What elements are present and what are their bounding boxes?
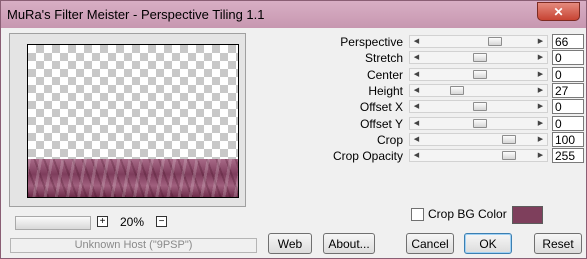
zoom-out-button[interactable]: − (156, 216, 167, 227)
zoom-level: 20% (120, 215, 145, 229)
close-button[interactable]: ✕ (537, 2, 580, 21)
param-value-field[interactable] (552, 50, 584, 65)
slider-thumb[interactable] (488, 37, 502, 46)
window-title: MuRa's Filter Meister - Perspective Tili… (7, 7, 265, 22)
arrow-right-icon[interactable]: ▶ (535, 150, 546, 161)
perspective-tile-floor (28, 159, 238, 197)
param-label: Center (366, 68, 403, 82)
crop-bg-color-checkbox[interactable] (411, 208, 424, 221)
host-status-bar: Unknown Host ("9PSP") (10, 238, 257, 253)
dialog-body: + 20% − Unknown Host ("9PSP") Perspectiv… (5, 28, 584, 254)
slider-thumb[interactable] (450, 86, 464, 95)
param-label: Stretch (364, 51, 403, 65)
crop-bg-color-label: Crop BG Color (428, 207, 507, 221)
param-label: Crop Opacity (332, 149, 403, 163)
preview-canvas[interactable] (27, 44, 239, 198)
arrow-right-icon[interactable]: ▶ (535, 101, 546, 112)
slider-thumb[interactable] (502, 151, 516, 160)
arrow-left-icon[interactable]: ◀ (411, 134, 422, 145)
param-slider[interactable]: ◀ ▶ (409, 84, 548, 97)
param-slider[interactable]: ◀ ▶ (409, 149, 548, 162)
plus-icon: + (99, 216, 106, 227)
arrow-right-icon[interactable]: ▶ (535, 52, 546, 63)
arrow-left-icon[interactable]: ◀ (411, 36, 422, 47)
param-slider[interactable]: ◀ ▶ (409, 117, 548, 130)
param-label: Offset X (359, 100, 403, 114)
param-slider[interactable]: ◀ ▶ (409, 133, 548, 146)
param-slider[interactable]: ◀ ▶ (409, 51, 548, 64)
param-value-field[interactable] (552, 132, 584, 147)
param-label: Offset Y (360, 117, 403, 131)
arrow-left-icon[interactable]: ◀ (411, 101, 422, 112)
slider-thumb[interactable] (473, 102, 487, 111)
filter-dialog-window: MuRa's Filter Meister - Perspective Tili… (0, 0, 587, 259)
zoom-slider-track[interactable] (15, 216, 91, 230)
slider-thumb[interactable] (502, 135, 516, 144)
param-value-field[interactable] (552, 116, 584, 131)
param-value-field[interactable] (552, 34, 584, 49)
param-slider[interactable]: ◀ ▶ (409, 100, 548, 113)
about-button[interactable]: About... (323, 233, 375, 254)
arrow-left-icon[interactable]: ◀ (411, 52, 422, 63)
param-label: Crop (376, 133, 403, 147)
arrow-right-icon[interactable]: ▶ (535, 36, 546, 47)
slider-thumb[interactable] (473, 119, 487, 128)
arrow-right-icon[interactable]: ▶ (535, 69, 546, 80)
param-label: Perspective (340, 35, 403, 49)
ok-button[interactable]: OK (464, 233, 512, 254)
param-value-field[interactable] (552, 148, 584, 163)
reset-button[interactable]: Reset (534, 233, 582, 254)
arrow-left-icon[interactable]: ◀ (411, 118, 422, 129)
arrow-left-icon[interactable]: ◀ (411, 85, 422, 96)
arrow-left-icon[interactable]: ◀ (411, 150, 422, 161)
slider-thumb[interactable] (473, 70, 487, 79)
arrow-right-icon[interactable]: ▶ (535, 134, 546, 145)
crop-bg-color-swatch[interactable] (512, 206, 543, 224)
title-bar[interactable]: MuRa's Filter Meister - Perspective Tili… (1, 1, 586, 28)
arrow-left-icon[interactable]: ◀ (411, 69, 422, 80)
minus-icon: − (158, 216, 165, 227)
param-slider[interactable]: ◀ ▶ (409, 35, 548, 48)
close-icon: ✕ (553, 4, 564, 19)
cancel-button[interactable]: Cancel (406, 233, 454, 254)
param-value-field[interactable] (552, 83, 584, 98)
slider-thumb[interactable] (473, 53, 487, 62)
param-label: Height (368, 84, 403, 98)
zoom-in-button[interactable]: + (97, 216, 108, 227)
arrow-right-icon[interactable]: ▶ (535, 85, 546, 96)
param-slider[interactable]: ◀ ▶ (409, 68, 548, 81)
param-value-field[interactable] (552, 67, 584, 82)
arrow-right-icon[interactable]: ▶ (535, 118, 546, 129)
web-button[interactable]: Web (268, 233, 312, 254)
param-value-field[interactable] (552, 99, 584, 114)
